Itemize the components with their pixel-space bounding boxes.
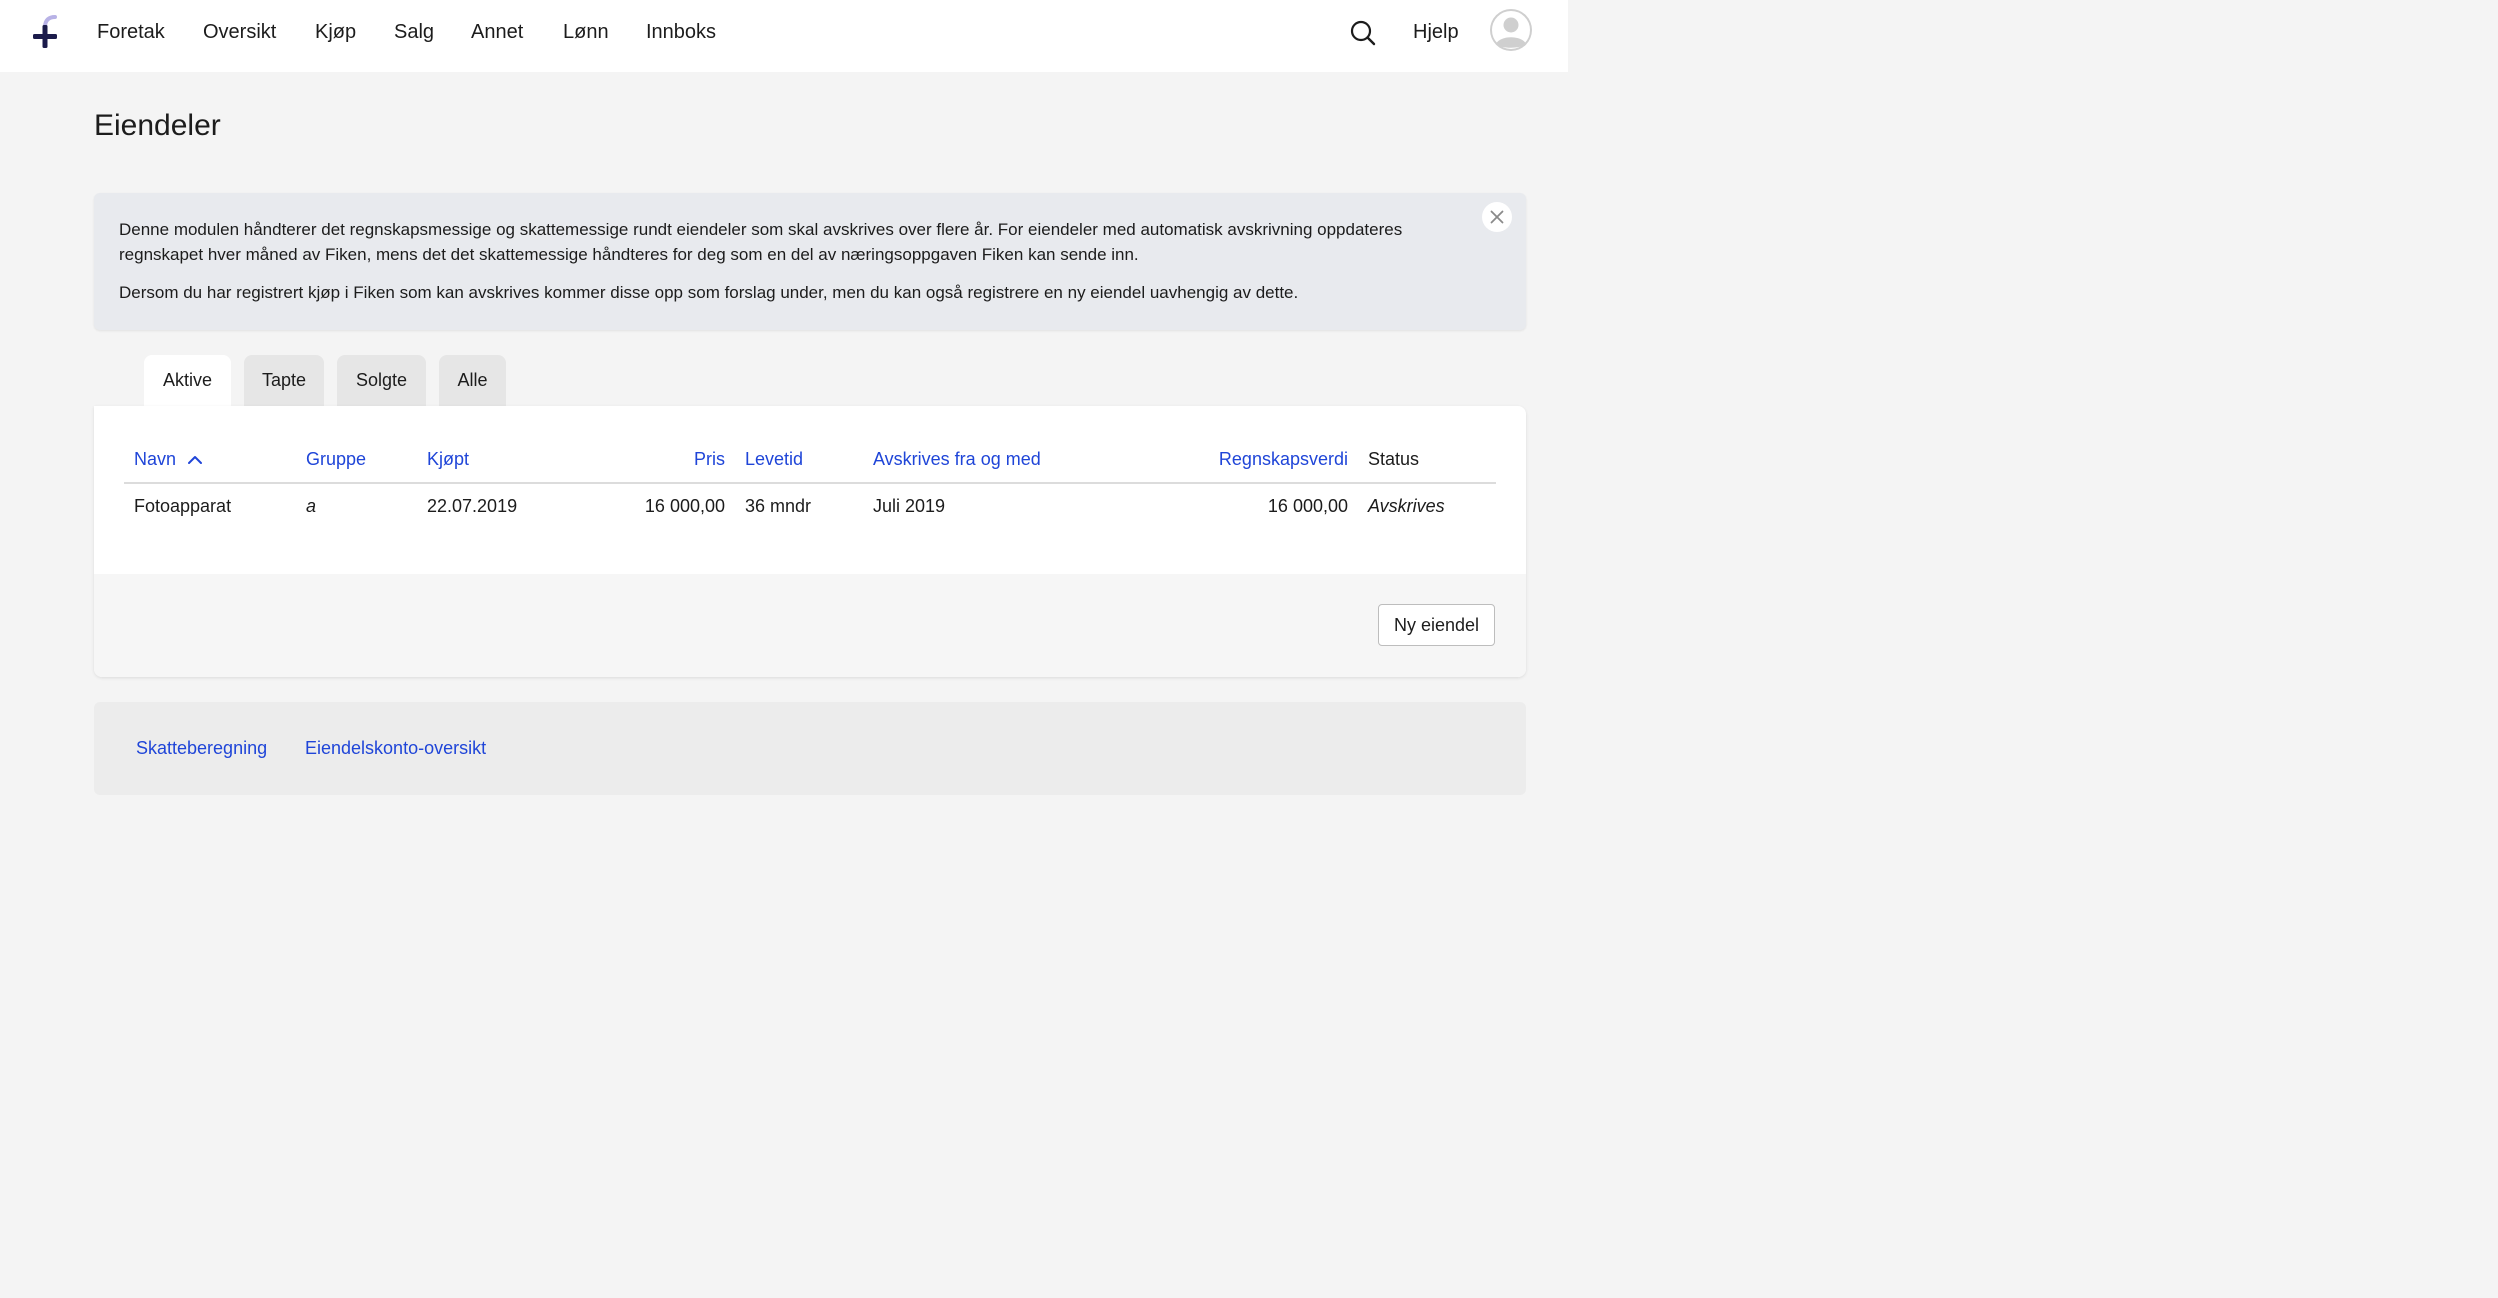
- info-paragraph-1: Denne modulen håndterer det regnskapsmes…: [119, 220, 1403, 264]
- user-avatar-icon[interactable]: [1490, 9, 1532, 51]
- column-header-regnskapsverdi[interactable]: Regnskapsverdi: [1148, 448, 1348, 470]
- sort-ascending-icon: [188, 456, 203, 464]
- tab-alle[interactable]: Alle: [439, 355, 506, 406]
- nav-item-salg[interactable]: Salg: [394, 20, 434, 44]
- table-header-divider: [124, 482, 1496, 484]
- cell-navn[interactable]: Fotoapparat: [134, 495, 231, 517]
- nav-item-foretak[interactable]: Foretak: [97, 20, 165, 44]
- search-icon[interactable]: [1348, 18, 1378, 48]
- nav-item-annet[interactable]: Annet: [471, 20, 523, 44]
- column-header-pris[interactable]: Pris: [625, 448, 725, 470]
- bottom-links-panel: Skatteberegning Eiendelskonto-oversikt: [94, 702, 1526, 795]
- link-skatteberegning[interactable]: Skatteberegning: [136, 737, 267, 759]
- page-title: Eiendeler: [94, 109, 221, 142]
- cell-levetid: 36 mndr: [745, 496, 812, 516]
- cell-gruppe: a: [306, 496, 317, 516]
- nav-item-kjop[interactable]: Kjøp: [315, 20, 356, 44]
- cell-regnskapsverdi: 16 000,00: [1267, 496, 1348, 516]
- assets-table-card: Navn Gruppe Kjøpt Pris Levetid Avskrives…: [94, 406, 1526, 677]
- info-banner: Denne modulen håndterer det regnskapsmes…: [94, 193, 1526, 330]
- column-header-navn[interactable]: Navn: [134, 448, 203, 470]
- link-eiendelskonto-oversikt[interactable]: Eiendelskonto-oversikt: [305, 737, 486, 759]
- new-asset-button[interactable]: Ny eiendel: [1378, 604, 1495, 646]
- fiken-logo-icon[interactable]: [28, 14, 62, 50]
- column-header-navn-label: Navn: [134, 449, 177, 469]
- tab-aktive[interactable]: Aktive: [144, 355, 231, 407]
- tab-tapte[interactable]: Tapte: [244, 355, 324, 406]
- info-paragraph-2: Dersom du har registrert kjøp i Fiken so…: [119, 283, 1299, 302]
- tab-solgte[interactable]: Solgte: [337, 355, 426, 406]
- cell-pris: 16 000,00: [644, 496, 725, 516]
- nav-item-oversikt[interactable]: Oversikt: [203, 20, 276, 44]
- column-header-status: Status: [1368, 449, 1420, 469]
- card-footer: [94, 574, 1526, 677]
- column-header-levetid[interactable]: Levetid: [745, 448, 803, 470]
- help-link[interactable]: Hjelp: [1413, 20, 1459, 44]
- cell-kjopt: 22.07.2019: [427, 496, 518, 516]
- column-header-kjopt[interactable]: Kjøpt: [427, 448, 469, 470]
- nav-item-innboks[interactable]: Innboks: [646, 20, 716, 44]
- cell-status: Avskrives: [1368, 496, 1445, 516]
- close-icon[interactable]: [1482, 202, 1512, 232]
- column-header-gruppe[interactable]: Gruppe: [306, 448, 366, 470]
- top-navigation-bar: Foretak Oversikt Kjøp Salg Annet Lønn In…: [0, 0, 1568, 72]
- cell-avskrives-fra: Juli 2019: [873, 496, 946, 516]
- nav-item-lonn[interactable]: Lønn: [563, 20, 609, 44]
- column-header-avskrives-fra[interactable]: Avskrives fra og med: [873, 448, 1041, 470]
